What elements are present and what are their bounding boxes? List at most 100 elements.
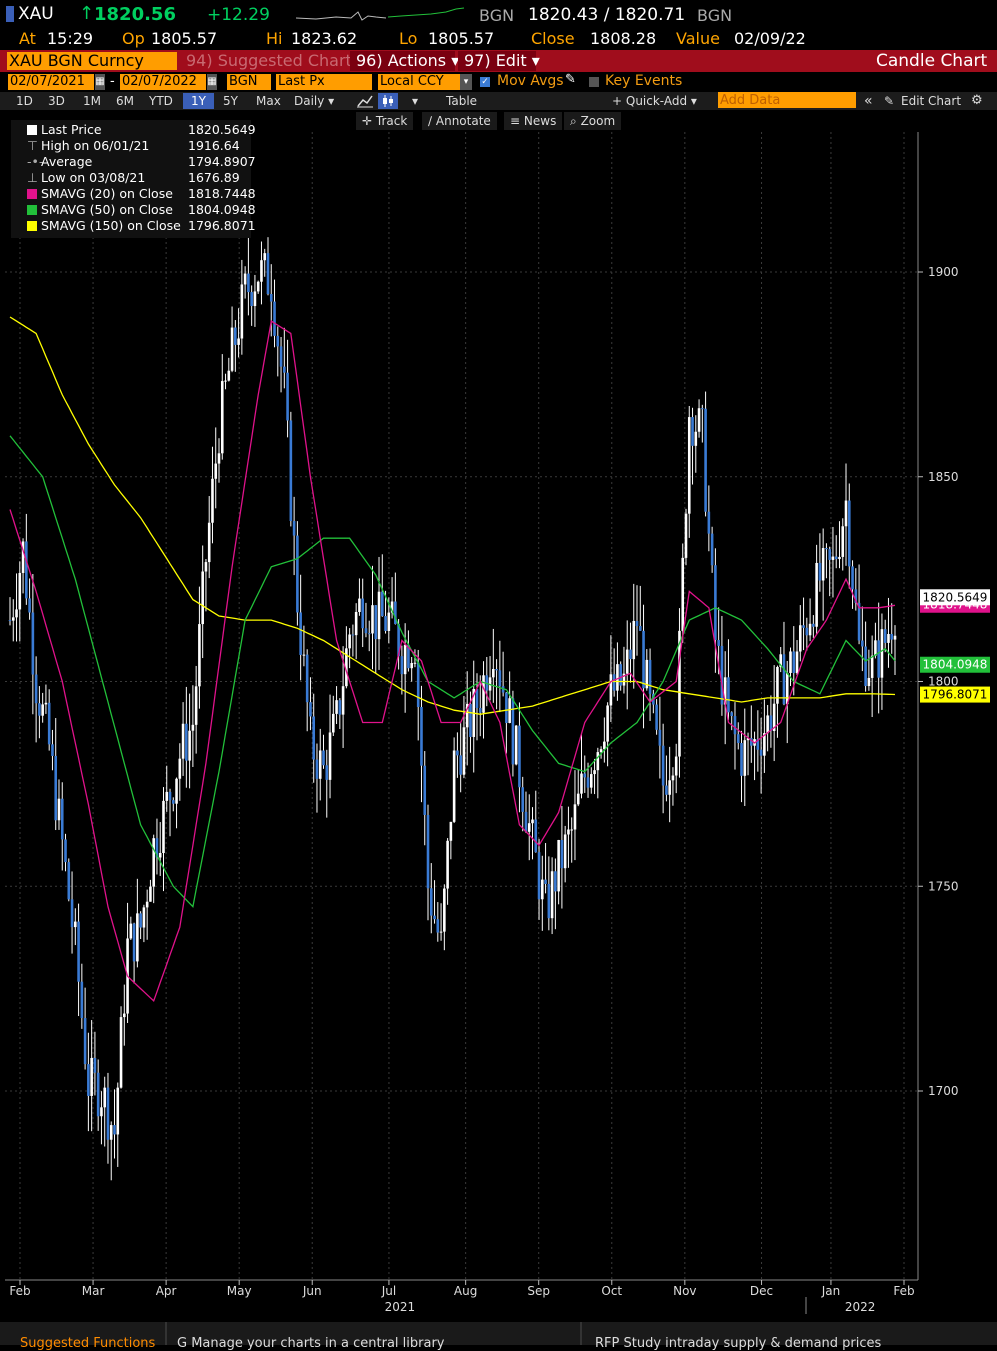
zoom-tool[interactable]: ⌕ Zoom: [564, 112, 622, 130]
news-tool[interactable]: ≡ News: [504, 112, 563, 130]
line-chart-icon[interactable]: [356, 93, 374, 109]
legend-value: 1796.8071: [188, 218, 256, 233]
candle-body: [844, 500, 848, 527]
candle-body: [168, 791, 172, 801]
mov-avgs-label[interactable]: Mov Avgs: [497, 73, 564, 89]
candle-body: [250, 292, 253, 307]
candle-body: [413, 662, 417, 664]
y-tick-label: 1700: [928, 1084, 959, 1098]
key-events-checkbox[interactable]: [589, 77, 599, 87]
candle-body: [142, 907, 146, 928]
add-data-input[interactable]: Add Data: [718, 92, 856, 108]
candle-body: [361, 598, 364, 629]
chevron-down-icon[interactable]: ▾: [412, 93, 418, 109]
candle-body: [697, 408, 701, 432]
edit-menu[interactable]: 97) Edit ▾: [464, 51, 540, 71]
legend-label: SMAVG (50) on Close: [41, 202, 173, 217]
candle-body: [469, 703, 472, 737]
candle-body: [612, 674, 616, 691]
candle-body: [475, 688, 479, 708]
candle-body: [638, 626, 642, 631]
period-6m[interactable]: 6M: [110, 93, 140, 109]
collapse-icon[interactable]: «: [864, 93, 873, 109]
period-1d[interactable]: 1D: [9, 93, 40, 109]
candle-body: [224, 380, 227, 382]
gear-icon[interactable]: ⚙: [971, 93, 983, 109]
candle-body: [818, 562, 822, 581]
ohlc-bar: At 15:29 Op 1805.57 Hi 1823.62 Lo 1805.5…: [0, 28, 997, 50]
candle-chart-icon[interactable]: [378, 93, 398, 109]
date-dash: -: [110, 74, 115, 89]
candle-body: [207, 522, 211, 563]
period-ytd[interactable]: YTD: [144, 93, 178, 109]
candle-body: [508, 698, 511, 723]
candle-body: [273, 301, 276, 336]
legend-swatch: [27, 125, 37, 135]
candle-body: [730, 712, 734, 717]
candle-body: [194, 686, 198, 725]
candle-body: [642, 630, 645, 689]
function-hint-rfp[interactable]: RFP Study intraday supply & demand price…: [595, 1336, 881, 1351]
x-tick-label: Sep: [527, 1284, 550, 1298]
source-field[interactable]: BGN: [227, 74, 271, 90]
low-marker-icon: ⊥: [27, 170, 38, 185]
calendar-icon[interactable]: ▦: [207, 74, 217, 90]
chevron-down-icon[interactable]: ▾: [460, 74, 472, 90]
suggested-functions[interactable]: Suggested Functions: [20, 1336, 155, 1351]
candle-body: [534, 819, 538, 853]
calendar-icon[interactable]: ▦: [95, 74, 105, 90]
chart-type-title: Candle Chart: [876, 51, 988, 71]
actions-menu[interactable]: 96) Actions ▾: [356, 51, 459, 71]
candle-body: [67, 862, 71, 900]
quick-add-button[interactable]: + Quick-Add ▾: [612, 93, 697, 109]
candle-body: [260, 260, 263, 282]
price-chart[interactable]: 1700 1750 1800 1850 1900 Feb Mar Apr May Jun Jul Au…: [0, 132, 997, 1322]
frequency-select[interactable]: Daily ▾: [288, 93, 340, 109]
table-button[interactable]: Table: [446, 93, 477, 109]
annotate-tool[interactable]: ∕ Annotate: [422, 112, 497, 130]
value-date: 02/09/22: [734, 29, 806, 48]
suggested-charts-button[interactable]: 94) Suggested Charts: [186, 51, 360, 71]
mov-avgs-checkbox[interactable]: ✓: [480, 77, 490, 87]
currency-select[interactable]: Local CCY: [378, 74, 460, 90]
track-tool[interactable]: ✛ Track: [356, 112, 414, 130]
candle-body: [64, 839, 67, 863]
edit-chart-button[interactable]: Edit Chart: [901, 93, 961, 109]
legend-label: Average: [41, 154, 93, 169]
candle-body: [462, 727, 466, 775]
end-date-field[interactable]: 02/07/2022: [120, 74, 206, 90]
quote-bar: XAU ↑ 1820.56 +12.29 BGN 1820.43 / 1820.…: [0, 0, 997, 28]
period-1m[interactable]: 1M: [76, 93, 108, 109]
candle-body: [247, 273, 250, 293]
candle-body: [113, 1125, 116, 1135]
candle-body: [443, 888, 446, 932]
period-5y[interactable]: 5Y: [217, 93, 244, 109]
candle-body: [514, 725, 518, 765]
candle-body: [492, 669, 495, 678]
candle-body: [18, 572, 22, 610]
candle-body: [296, 535, 299, 613]
security-field[interactable]: XAU BGN Curncy: [7, 52, 177, 70]
candle-body: [589, 774, 593, 788]
sparkline: [296, 7, 465, 21]
x-tick-label: Nov: [673, 1284, 696, 1298]
candle-body: [198, 624, 201, 687]
candle-body: [54, 755, 58, 821]
candle-body: [648, 659, 652, 694]
zoom-label: Zoom: [580, 114, 616, 128]
period-1y[interactable]: 1Y: [183, 93, 214, 109]
field-select[interactable]: Last Px: [276, 74, 372, 90]
candle-body: [178, 758, 182, 779]
candle-body: [47, 702, 51, 745]
period-max[interactable]: Max: [250, 93, 287, 109]
pencil-icon[interactable]: ✎: [884, 93, 894, 109]
start-date-field[interactable]: 02/07/2021: [8, 74, 94, 90]
pencil-icon[interactable]: ✎: [565, 72, 576, 87]
ticker[interactable]: XAU: [18, 4, 54, 24]
candle-body: [15, 609, 18, 618]
function-hint-g[interactable]: G Manage your charts in a central librar…: [177, 1336, 444, 1351]
up-arrow-icon: ↑: [79, 3, 95, 24]
key-events-label[interactable]: Key Events: [605, 73, 682, 89]
candle-body: [727, 677, 730, 713]
period-3d[interactable]: 3D: [42, 93, 71, 109]
